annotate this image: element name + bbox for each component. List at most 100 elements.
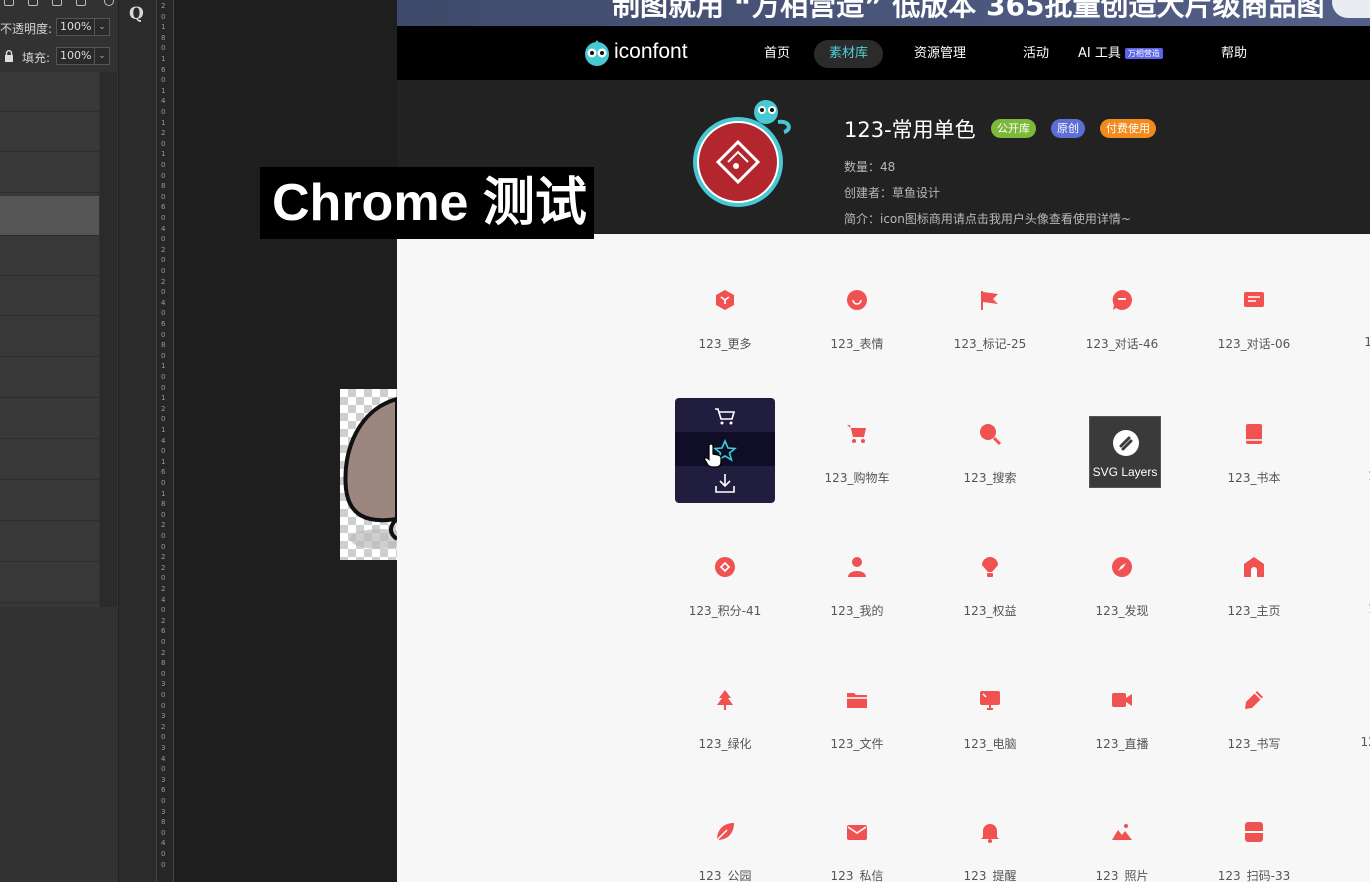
filter-toggle-icon[interactable] <box>104 0 114 6</box>
ruler-tick: 0 <box>161 638 166 646</box>
layer-row[interactable] <box>0 112 99 152</box>
balloon-icon <box>982 557 998 577</box>
icon-card[interactable]: 123 <box>1312 688 1370 778</box>
type-filter-icon[interactable] <box>28 0 38 6</box>
shape-filter-icon[interactable] <box>52 0 62 6</box>
ruler-tick: 0 <box>161 12 166 21</box>
fill-label: 填充: <box>22 51 51 65</box>
layer-row[interactable] <box>0 317 99 357</box>
search-icon <box>980 424 1002 446</box>
icon-card[interactable]: 123_标记-25 <box>930 288 1050 378</box>
tool-column: Q <box>118 0 157 882</box>
promo-banner[interactable]: 制图就用 “万相营造” 低版本 365批量创造大片级商品图 <box>397 0 1370 26</box>
promo-text: 制图就用 “万相营造” 低版本 365批量创造大片级商品图 <box>612 0 1325 22</box>
ruler-tick: 6 <box>161 468 166 477</box>
filter-icon[interactable] <box>4 0 14 6</box>
ruler-tick: 0 <box>161 733 166 742</box>
chevron-down-icon[interactable]: ⌄ <box>94 19 109 35</box>
ruler-tick: 0 <box>161 309 166 318</box>
icon-card[interactable]: 123_绿化 <box>665 688 785 778</box>
icon-card[interactable] <box>1312 820 1370 882</box>
nav-item[interactable]: 帮助 <box>1206 40 1262 68</box>
ruler-tick: 4 <box>161 436 166 445</box>
icon-card[interactable]: 123_书写 <box>1194 688 1314 778</box>
layer-row-selected[interactable] <box>0 196 99 236</box>
iconfont-logo[interactable]: iconfont <box>582 38 688 68</box>
ruler-tick: 0 <box>161 765 166 774</box>
icon-card[interactable]: 123_我的 <box>797 555 917 645</box>
cart-icon[interactable] <box>713 406 737 426</box>
nav-item[interactable]: 首页 <box>749 40 805 68</box>
lock-icon[interactable] <box>4 50 14 62</box>
icon-card[interactable]: 123_对话-06 <box>1194 288 1314 378</box>
layer-row[interactable] <box>0 236 99 276</box>
download-icon[interactable] <box>714 472 736 494</box>
library-avatar[interactable] <box>688 94 798 214</box>
fill-value: 100% <box>60 49 92 62</box>
chevron-down-icon[interactable]: ⌄ <box>94 48 109 64</box>
icon-name: 12 <box>1364 335 1370 349</box>
tree-icon <box>717 690 733 710</box>
icon-card[interactable]: 123_文件 <box>797 688 917 778</box>
nav-item[interactable]: AI 工具 万相营造 <box>1063 40 1178 68</box>
icon-card[interactable]: 123_书本 <box>1194 422 1314 512</box>
ruler-tick: 0 <box>161 606 166 615</box>
icon-card[interactable]: 123_私信 <box>797 820 917 882</box>
layer-row[interactable] <box>0 522 99 562</box>
opacity-input[interactable]: 100% ⌄ <box>56 18 110 36</box>
icon-card[interactable]: 12 <box>1312 288 1370 378</box>
icon-card[interactable]: 123_更多 <box>665 288 785 378</box>
layer-row[interactable] <box>0 153 99 193</box>
icon-card[interactable]: 123_积分-41 <box>665 555 785 645</box>
icon-card[interactable]: 123_提醒 <box>930 820 1050 882</box>
icon-card[interactable]: 123_直播 <box>1062 688 1182 778</box>
icon-card[interactable]: 123_表情 <box>797 288 917 378</box>
icon-name: 123_搜索 <box>963 471 1017 485</box>
svg-layers-extension[interactable]: SVG Layers <box>1089 416 1161 488</box>
home-icon <box>1244 557 1264 577</box>
nav-item[interactable]: 素材库 <box>814 40 884 68</box>
icon-hover-actions[interactable] <box>675 398 775 503</box>
icon-card[interactable]: 123_主页 <box>1194 555 1314 645</box>
icon-card[interactable]: 123_照片 <box>1062 820 1182 882</box>
ruler-tick: 0 <box>161 373 166 381</box>
ruler-tick: 0 <box>161 267 166 275</box>
layer-row[interactable] <box>0 563 99 603</box>
quick-mask-icon[interactable]: Q <box>129 4 147 24</box>
icon-card[interactable]: 123_搜索 <box>930 422 1050 512</box>
chrome-test-label: Chrome 测试 <box>260 167 594 239</box>
layer-row[interactable] <box>0 358 99 398</box>
icon-card[interactable]: 1 <box>1312 555 1370 645</box>
hand-cursor-icon <box>704 444 722 468</box>
ruler-tick: 0 <box>161 76 166 85</box>
icon-card[interactable]: 123_权益 <box>930 555 1050 645</box>
promo-button[interactable] <box>1332 0 1370 18</box>
layers-scrollbar[interactable] <box>100 72 117 607</box>
layers-list <box>0 72 99 607</box>
smile-icon <box>847 290 867 310</box>
compass-icon <box>1112 557 1132 577</box>
user-icon <box>848 557 866 577</box>
icon-card[interactable]: 123_公园 <box>665 820 785 882</box>
icon-card[interactable]: 123_发现 <box>1062 555 1182 645</box>
icon-card[interactable]: 1 <box>1312 422 1370 512</box>
nav-item-label: 活动 <box>1023 46 1050 61</box>
fill-input[interactable]: 100% ⌄ <box>56 47 110 65</box>
nav-item[interactable]: 资源管理 <box>899 40 981 68</box>
nav-item[interactable]: 活动 <box>1008 40 1064 68</box>
ruler-tick: 0 <box>161 288 166 297</box>
nav-item-label: 资源管理 <box>914 46 967 61</box>
vertical-ruler: 2018016014012010080604020020406080100120… <box>156 0 174 882</box>
layer-row[interactable] <box>0 72 99 112</box>
icon-card[interactable]: 123_对话-46 <box>1062 288 1182 378</box>
nav-badge: 万相营造 <box>1124 48 1163 59</box>
icon-card[interactable]: 123_电脑 <box>930 688 1050 778</box>
library-creator[interactable]: 创建者：草鱼设计 <box>844 184 940 201</box>
layer-row[interactable] <box>0 276 99 316</box>
layer-row[interactable] <box>0 399 99 439</box>
smart-filter-icon[interactable] <box>76 0 86 6</box>
icon-card[interactable]: 123_购物车 <box>797 422 917 512</box>
layer-row[interactable] <box>0 481 99 521</box>
layer-row[interactable] <box>0 440 99 480</box>
icon-card[interactable]: 123_扫码-33 <box>1194 820 1314 882</box>
